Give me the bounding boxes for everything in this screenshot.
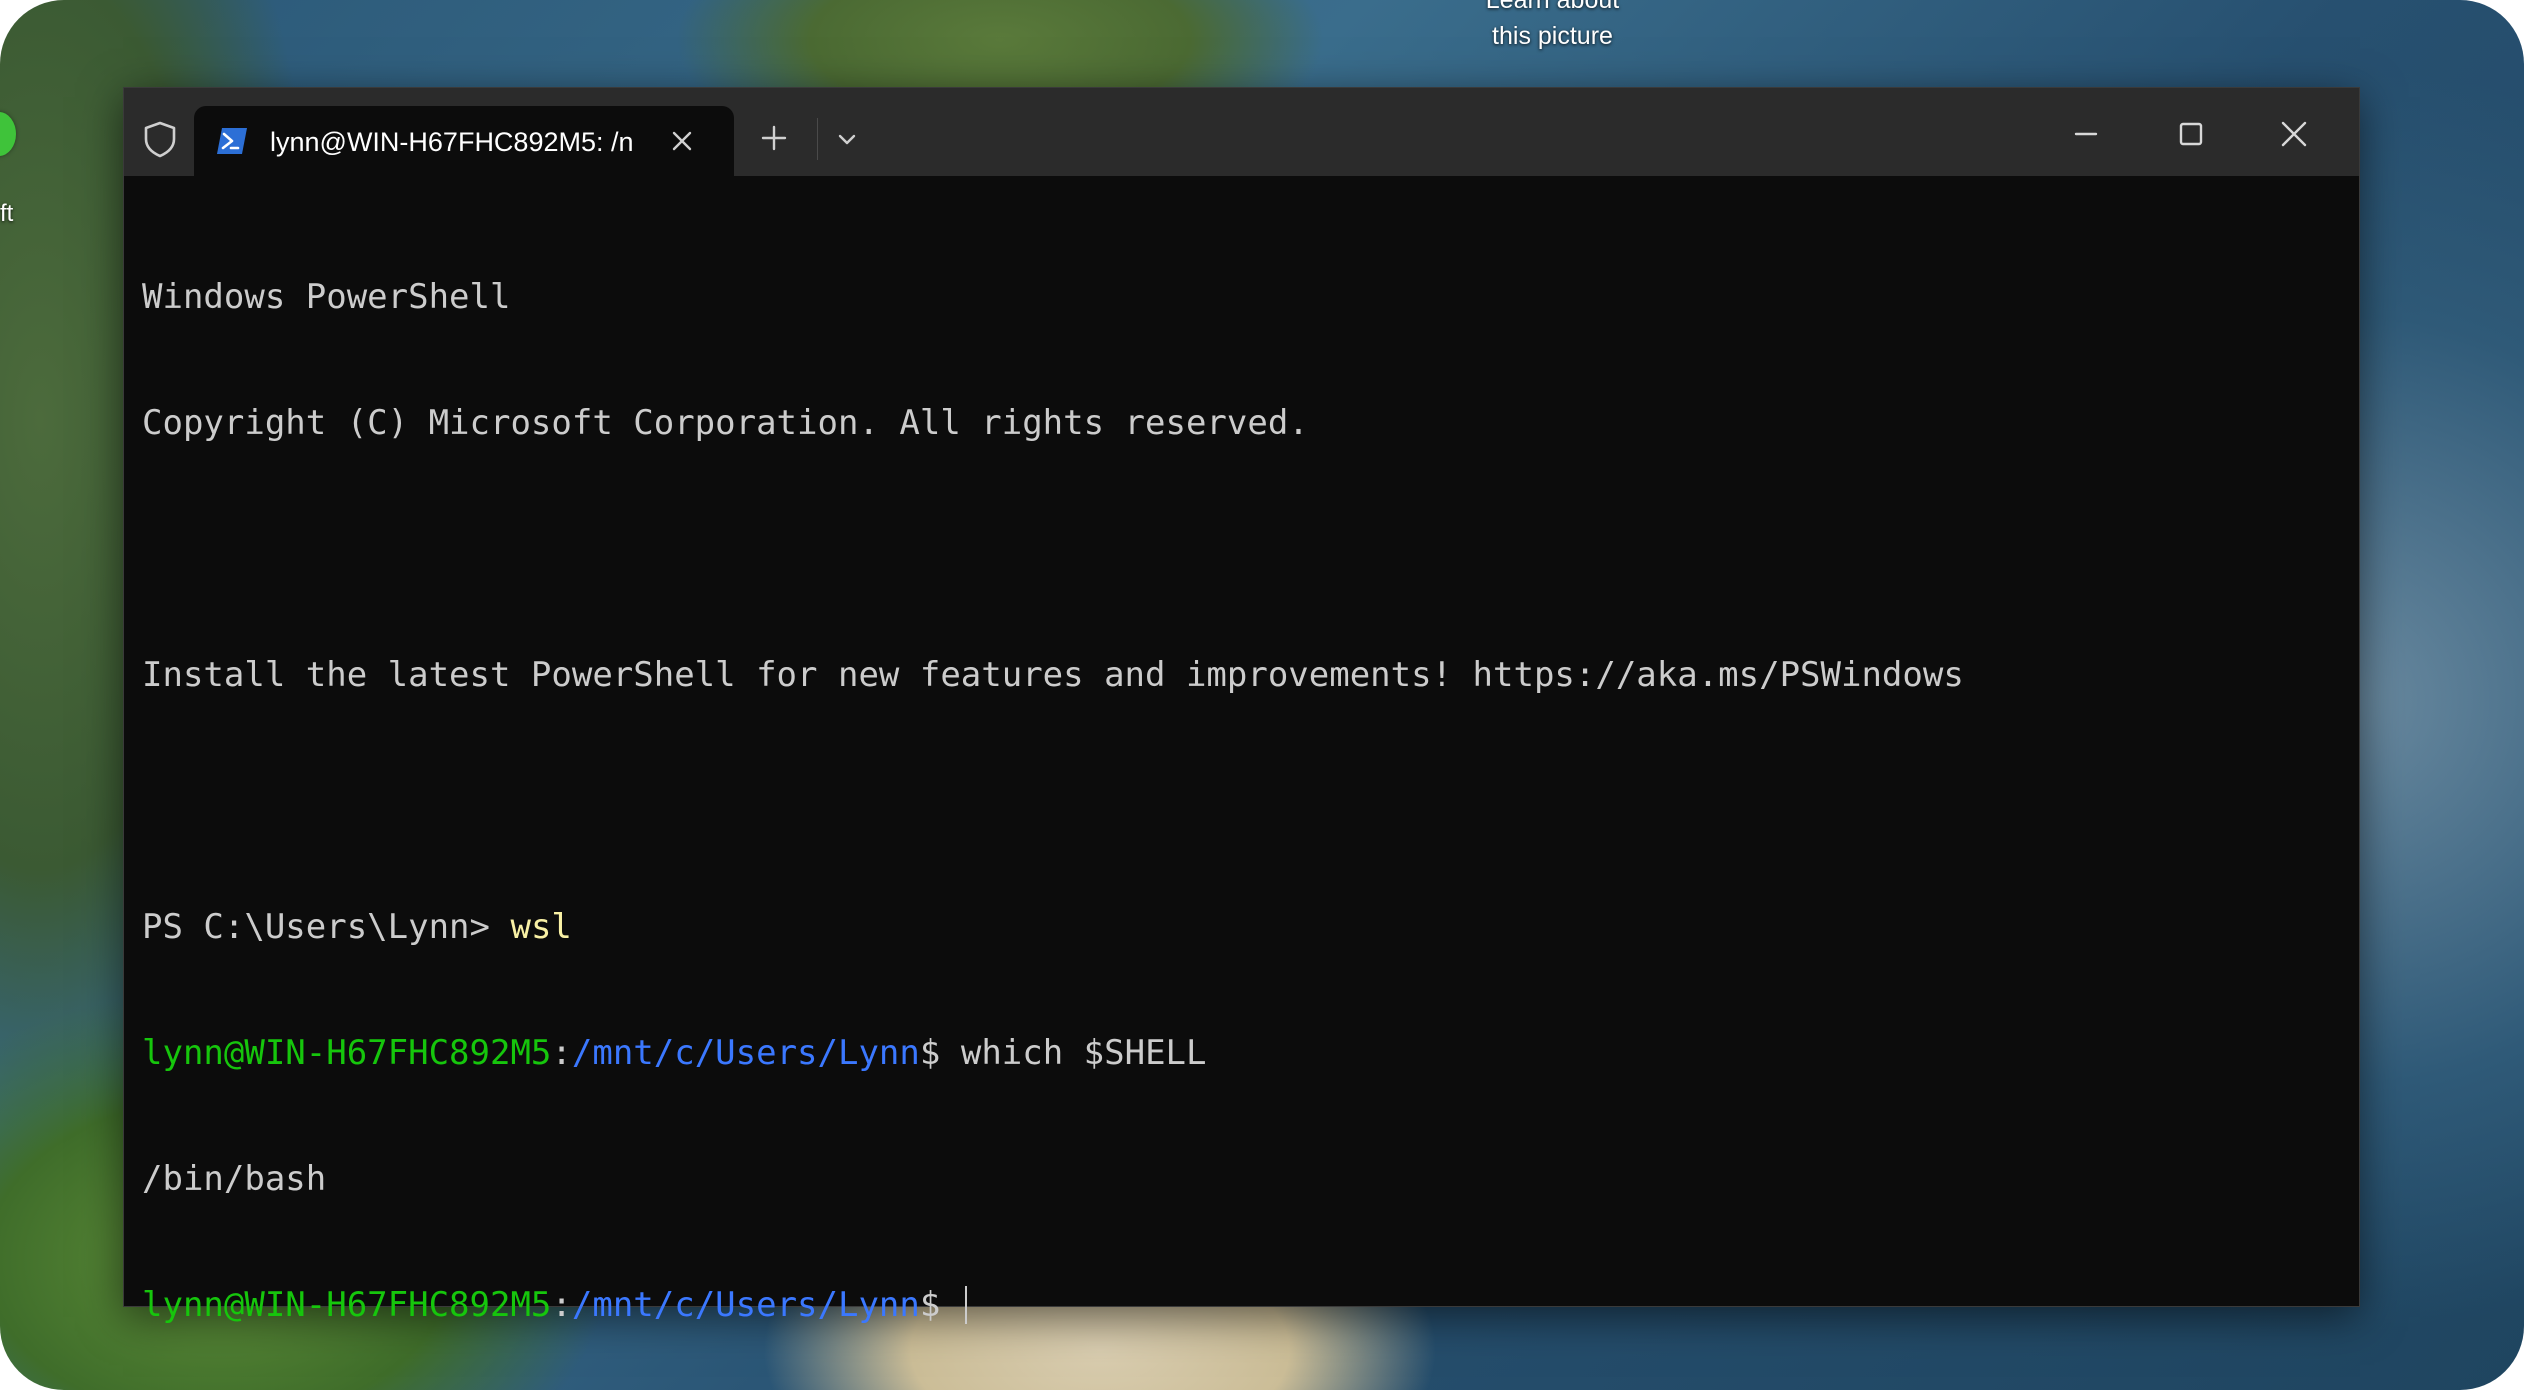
- powershell-icon: [217, 128, 247, 154]
- terminal-output[interactable]: Windows PowerShell Copyright (C) Microso…: [142, 192, 2341, 1325]
- desktop-icon-label[interactable]: ft: [0, 200, 13, 228]
- powershell-prompt-line: PS C:\Users\Lynn> wsl: [142, 906, 2341, 948]
- prompt-colon: :: [551, 1285, 572, 1325]
- prompt-colon: :: [551, 1033, 572, 1073]
- terminal-line: Windows PowerShell: [142, 277, 511, 317]
- learn-about-picture-link[interactable]: Learn about this picture: [1470, 0, 1635, 54]
- ps-command: wsl: [510, 907, 572, 947]
- tab-separator: [817, 118, 818, 160]
- prompt-user-host: lynn@WIN-H67FHC892M5: [142, 1285, 552, 1325]
- close-window-button[interactable]: [2264, 106, 2324, 162]
- learn-about-line2: this picture: [1492, 22, 1613, 50]
- maximize-button[interactable]: [2160, 106, 2220, 162]
- learn-about-line1: Learn about: [1485, 0, 1620, 14]
- bash-prompt-line: lynn@WIN-H67FHC892M5:/mnt/c/Users/Lynn$: [142, 1284, 2341, 1326]
- minimize-button[interactable]: [2056, 106, 2116, 162]
- terminal-window: lynn@WIN-H67FHC892M5: /n Windows PowerSh…: [123, 87, 2360, 1325]
- prompt-path: /mnt/c/Users/Lynn: [571, 1033, 920, 1073]
- tab-title: lynn@WIN-H67FHC892M5: /n: [270, 127, 634, 157]
- title-bar[interactable]: lynn@WIN-H67FHC892M5: /n: [124, 88, 2359, 176]
- prompt-path: /mnt/c/Users/Lynn: [571, 1285, 920, 1325]
- terminal-line: Copyright (C) Microsoft Corporation. All…: [142, 403, 1309, 443]
- tab-terminal[interactable]: lynn@WIN-H67FHC892M5: /n: [194, 106, 734, 176]
- prompt-dollar: $: [919, 1285, 961, 1325]
- desktop-app-icon[interactable]: [0, 112, 16, 156]
- new-tab-button[interactable]: [754, 118, 794, 158]
- shield-icon[interactable]: [142, 120, 178, 158]
- desktop: ft Learn about this picture lynn@WIN-H67…: [0, 0, 2524, 1390]
- bash-prompt-line: lynn@WIN-H67FHC892M5:/mnt/c/Users/Lynn$ …: [142, 1032, 2341, 1074]
- close-icon[interactable]: [664, 123, 700, 159]
- terminal-line: /bin/bash: [142, 1159, 327, 1199]
- prompt-dollar: $: [919, 1033, 961, 1073]
- ps-prompt: PS C:\Users\Lynn>: [142, 907, 511, 947]
- bash-command: which $SHELL: [960, 1033, 1207, 1073]
- text-cursor: [964, 1286, 967, 1324]
- prompt-user-host: lynn@WIN-H67FHC892M5: [142, 1033, 552, 1073]
- chevron-down-icon[interactable]: [829, 122, 865, 158]
- terminal-line: Install the latest PowerShell for new fe…: [142, 655, 1964, 695]
